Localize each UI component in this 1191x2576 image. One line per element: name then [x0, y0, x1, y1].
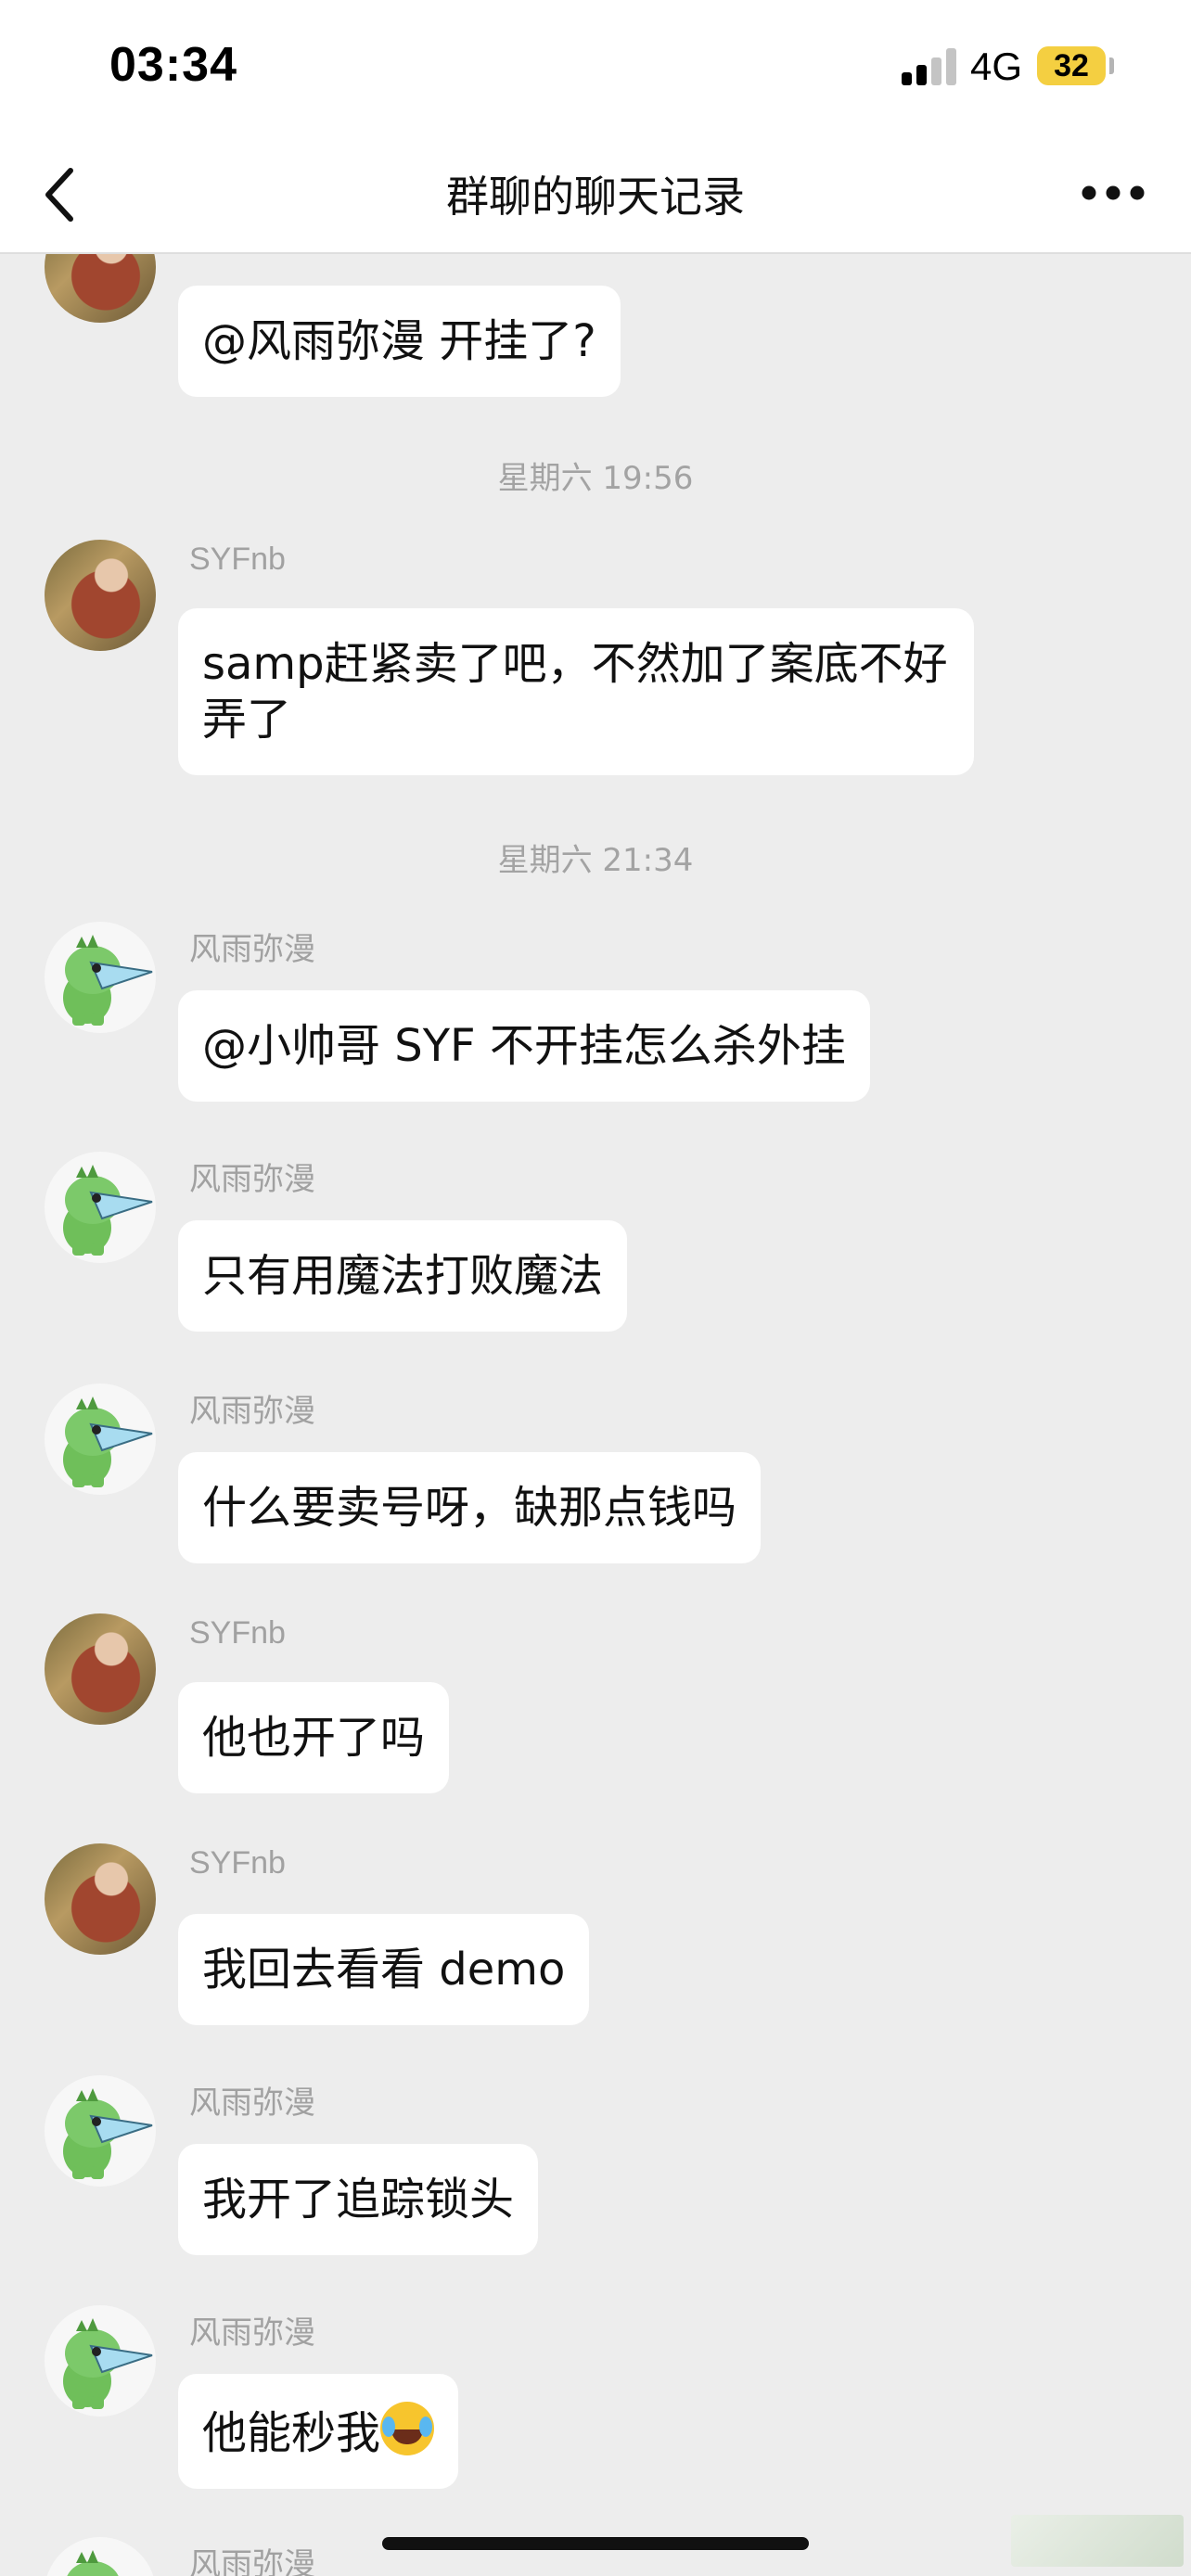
- dino-avatar-icon: [63, 2318, 153, 2409]
- avatar-syfnb[interactable]: [45, 1843, 156, 1955]
- chat-list[interactable]: @风雨弥漫 开挂了? 星期六 19:56 SYFnb samp赶紧卖了吧，不然加…: [0, 254, 1191, 2576]
- message-bubble[interactable]: 什么要卖号呀，缺那点钱吗: [178, 1452, 762, 1563]
- message-bubble[interactable]: 他也开了吗: [178, 1682, 450, 1793]
- home-indicator[interactable]: [382, 2537, 809, 2550]
- sender-name: 风雨弥漫: [189, 1394, 315, 1429]
- message-bubble[interactable]: 我回去看看 demo: [178, 1914, 590, 2025]
- dino-avatar-icon: [63, 1165, 153, 1256]
- dino-avatar-icon: [67, 2550, 119, 2576]
- avatar-fengyumiman[interactable]: [45, 2305, 156, 2417]
- avatar-fengyumiman[interactable]: [45, 922, 156, 1033]
- avatar-fengyumiman[interactable]: [45, 2537, 156, 2576]
- avatar-syfnb[interactable]: [45, 254, 156, 323]
- page-title: 群聊的聊天记录: [446, 172, 745, 222]
- message-bubble[interactable]: 只有用魔法打败魔法: [178, 1220, 628, 1332]
- sender-name: SYFnb: [189, 1845, 286, 1881]
- avatar-syfnb[interactable]: [45, 540, 156, 651]
- battery-icon: 32: [1037, 46, 1106, 85]
- sender-name: 风雨弥漫: [189, 932, 315, 967]
- sender-name: SYFnb: [189, 542, 286, 577]
- avatar-fengyumiman[interactable]: [45, 1152, 156, 1263]
- message-bubble[interactable]: @小帅哥 SYF 不开挂怎么杀外挂: [178, 990, 870, 1102]
- timestamp: 星期六 19:56: [497, 460, 694, 497]
- message-text: 他能秒我: [202, 2407, 381, 2459]
- message-bubble[interactable]: 我开了追踪锁头: [178, 2144, 539, 2255]
- dino-avatar-icon: [63, 1396, 153, 1487]
- timestamp: 星期六 21:34: [497, 842, 694, 879]
- battery-nub: [1109, 57, 1114, 74]
- sender-name: 风雨弥漫: [189, 2315, 315, 2351]
- status-time: 03:34: [109, 38, 237, 92]
- more-dots-icon[interactable]: [1080, 180, 1146, 206]
- sender-name: 风雨弥漫: [189, 1162, 315, 1197]
- avatar-fengyumiman[interactable]: [45, 1384, 156, 1495]
- avatar-fengyumiman[interactable]: [45, 2075, 156, 2187]
- message-bubble[interactable]: samp赶紧卖了吧，不然加了案底不好弄了: [178, 608, 974, 775]
- sender-name: 风雨弥漫: [189, 2547, 315, 2576]
- tears-of-joy-emoji: [380, 2402, 435, 2455]
- cellular-signal-icon: [902, 48, 957, 85]
- avatar-syfnb[interactable]: [45, 1613, 156, 1725]
- sender-name: SYFnb: [189, 1615, 286, 1651]
- dino-avatar-icon: [63, 935, 153, 1026]
- nav-bar: 群聊的聊天记录: [0, 139, 1191, 254]
- dino-avatar-icon: [63, 2088, 153, 2179]
- message-bubble[interactable]: 他能秒我: [178, 2374, 459, 2489]
- watermark-logo: [1011, 2515, 1184, 2567]
- network-type: 4G: [970, 45, 1023, 88]
- sender-name: 风雨弥漫: [189, 2085, 315, 2121]
- status-bar: 03:34 4G 32: [0, 0, 1191, 139]
- message-bubble[interactable]: @风雨弥漫 开挂了?: [178, 286, 621, 397]
